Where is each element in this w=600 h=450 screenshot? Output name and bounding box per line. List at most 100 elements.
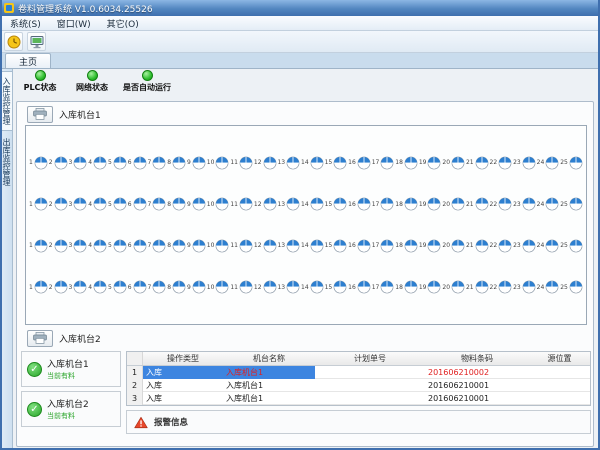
cell-barcode[interactable]: 201606210001 <box>425 379 529 392</box>
reel-slot[interactable]: 23 <box>513 197 536 211</box>
reel-slot[interactable]: 4 <box>88 197 107 211</box>
reel-slot[interactable]: 21 <box>466 280 489 294</box>
reel-slot[interactable]: 2 <box>49 280 68 294</box>
reel-slot[interactable]: 13 <box>277 239 300 253</box>
reel-slot[interactable]: 19 <box>419 156 442 170</box>
cell-plan[interactable] <box>315 379 425 392</box>
cell-plan[interactable] <box>315 366 425 379</box>
reel-slot[interactable]: 24 <box>537 280 560 294</box>
reel-slot[interactable]: 16 <box>348 239 371 253</box>
reel-slot[interactable]: 16 <box>348 156 371 170</box>
reel-slot[interactable]: 1 <box>29 156 48 170</box>
reel-slot[interactable]: 6 <box>128 156 147 170</box>
reel-slot[interactable]: 2 <box>49 156 68 170</box>
table-row[interactable]: 2入库入库机台1201606210001 <box>127 379 590 392</box>
reel-slot[interactable]: 2 <box>49 239 68 253</box>
reel-slot[interactable]: 21 <box>466 156 489 170</box>
station-card-1[interactable]: ✓ 入库机台1 当前有料 <box>21 351 121 387</box>
reel-slot[interactable]: 24 <box>537 156 560 170</box>
toolbar-button-1[interactable] <box>4 32 23 51</box>
reel-slot[interactable]: 16 <box>348 197 371 211</box>
reel-slot[interactable]: 11 <box>230 239 253 253</box>
reel-slot[interactable]: 5 <box>108 197 127 211</box>
reel-slot[interactable]: 13 <box>277 156 300 170</box>
cell-barcode[interactable]: 201606210002 <box>425 366 529 379</box>
reel-slot[interactable]: 21 <box>466 239 489 253</box>
reel-slot[interactable]: 13 <box>277 197 300 211</box>
reel-slot[interactable]: 6 <box>128 197 147 211</box>
reel-slot[interactable]: 8 <box>167 197 186 211</box>
cell-operation[interactable]: 入库 <box>143 379 223 392</box>
reel-slot[interactable]: 23 <box>513 280 536 294</box>
print-button[interactable] <box>27 106 53 123</box>
reel-slot[interactable]: 18 <box>395 280 418 294</box>
reel-slot[interactable]: 10 <box>207 239 230 253</box>
header-machine[interactable]: 机台名称 <box>223 352 315 365</box>
reel-slot[interactable]: 9 <box>187 156 206 170</box>
reel-slot[interactable]: 25 <box>560 239 583 253</box>
reel-slot[interactable]: 25 <box>560 280 583 294</box>
cell-source[interactable] <box>529 392 590 405</box>
reel-slot[interactable]: 8 <box>167 239 186 253</box>
reel-slot[interactable]: 22 <box>490 239 513 253</box>
reel-slot[interactable]: 10 <box>207 156 230 170</box>
reel-slot[interactable]: 8 <box>167 280 186 294</box>
reel-slot[interactable]: 18 <box>395 239 418 253</box>
reel-slot[interactable]: 4 <box>88 280 107 294</box>
reel-slot[interactable]: 14 <box>301 197 324 211</box>
reel-slot[interactable]: 3 <box>69 197 88 211</box>
reel-slot[interactable]: 20 <box>442 156 465 170</box>
header-source[interactable]: 源位置 <box>529 352 590 365</box>
reel-slot[interactable]: 11 <box>230 280 253 294</box>
reel-slot[interactable]: 19 <box>419 280 442 294</box>
reel-slot[interactable]: 20 <box>442 280 465 294</box>
cell-operation[interactable]: 入库 <box>143 392 223 405</box>
reel-slot[interactable]: 5 <box>108 156 127 170</box>
reel-slot[interactable]: 7 <box>148 280 167 294</box>
reel-slot[interactable]: 19 <box>419 197 442 211</box>
reel-slot[interactable]: 1 <box>29 280 48 294</box>
reel-slot[interactable]: 18 <box>395 197 418 211</box>
reel-slot[interactable]: 3 <box>69 239 88 253</box>
sidebar-tab-inbound-monitor[interactable]: 入库监控管理 <box>0 71 12 131</box>
reel-slot[interactable]: 3 <box>69 280 88 294</box>
reel-slot[interactable]: 7 <box>148 197 167 211</box>
reel-slot[interactable]: 20 <box>442 239 465 253</box>
table-row[interactable]: 1入库入库机台1201606210002 <box>127 366 590 379</box>
cell-machine[interactable]: 入库机台1 <box>223 392 315 405</box>
reel-slot[interactable]: 8 <box>167 156 186 170</box>
reel-slot[interactable]: 12 <box>254 280 277 294</box>
reel-slot[interactable]: 23 <box>513 239 536 253</box>
reel-slot[interactable]: 25 <box>560 156 583 170</box>
reel-slot[interactable]: 15 <box>325 197 348 211</box>
reel-slot[interactable]: 12 <box>254 239 277 253</box>
sidebar-tab-outbound-monitor[interactable]: 出库监控管理 <box>0 133 12 191</box>
menu-item-system[interactable]: 系统(S) <box>2 17 49 30</box>
reel-slot[interactable]: 5 <box>108 280 127 294</box>
reel-slot[interactable]: 6 <box>128 239 147 253</box>
reel-slot[interactable]: 17 <box>372 156 395 170</box>
station-card-2[interactable]: ✓ 入库机台2 当前有料 <box>21 391 121 427</box>
reel-slot[interactable]: 14 <box>301 239 324 253</box>
cell-barcode[interactable]: 201606210001 <box>425 392 529 405</box>
reel-slot[interactable]: 17 <box>372 197 395 211</box>
reel-slot[interactable]: 19 <box>419 239 442 253</box>
reel-slot[interactable]: 22 <box>490 280 513 294</box>
reel-slot[interactable]: 9 <box>187 280 206 294</box>
reel-slot[interactable]: 13 <box>277 280 300 294</box>
reel-slot[interactable]: 1 <box>29 239 48 253</box>
reel-slot[interactable]: 3 <box>69 156 88 170</box>
reel-slot[interactable]: 12 <box>254 156 277 170</box>
reel-slot[interactable]: 25 <box>560 197 583 211</box>
cell-machine[interactable]: 入库机台1 <box>223 366 315 379</box>
tab-home[interactable]: 主页 <box>5 53 51 68</box>
reel-slot[interactable]: 6 <box>128 280 147 294</box>
cell-operation[interactable]: 入库 <box>143 366 223 379</box>
reel-slot[interactable]: 10 <box>207 197 230 211</box>
reel-slot[interactable]: 4 <box>88 156 107 170</box>
reel-slot[interactable]: 18 <box>395 156 418 170</box>
reel-slot[interactable]: 4 <box>88 239 107 253</box>
reel-slot[interactable]: 15 <box>325 239 348 253</box>
header-operation[interactable]: 操作类型 <box>143 352 223 365</box>
reel-slot[interactable]: 1 <box>29 197 48 211</box>
